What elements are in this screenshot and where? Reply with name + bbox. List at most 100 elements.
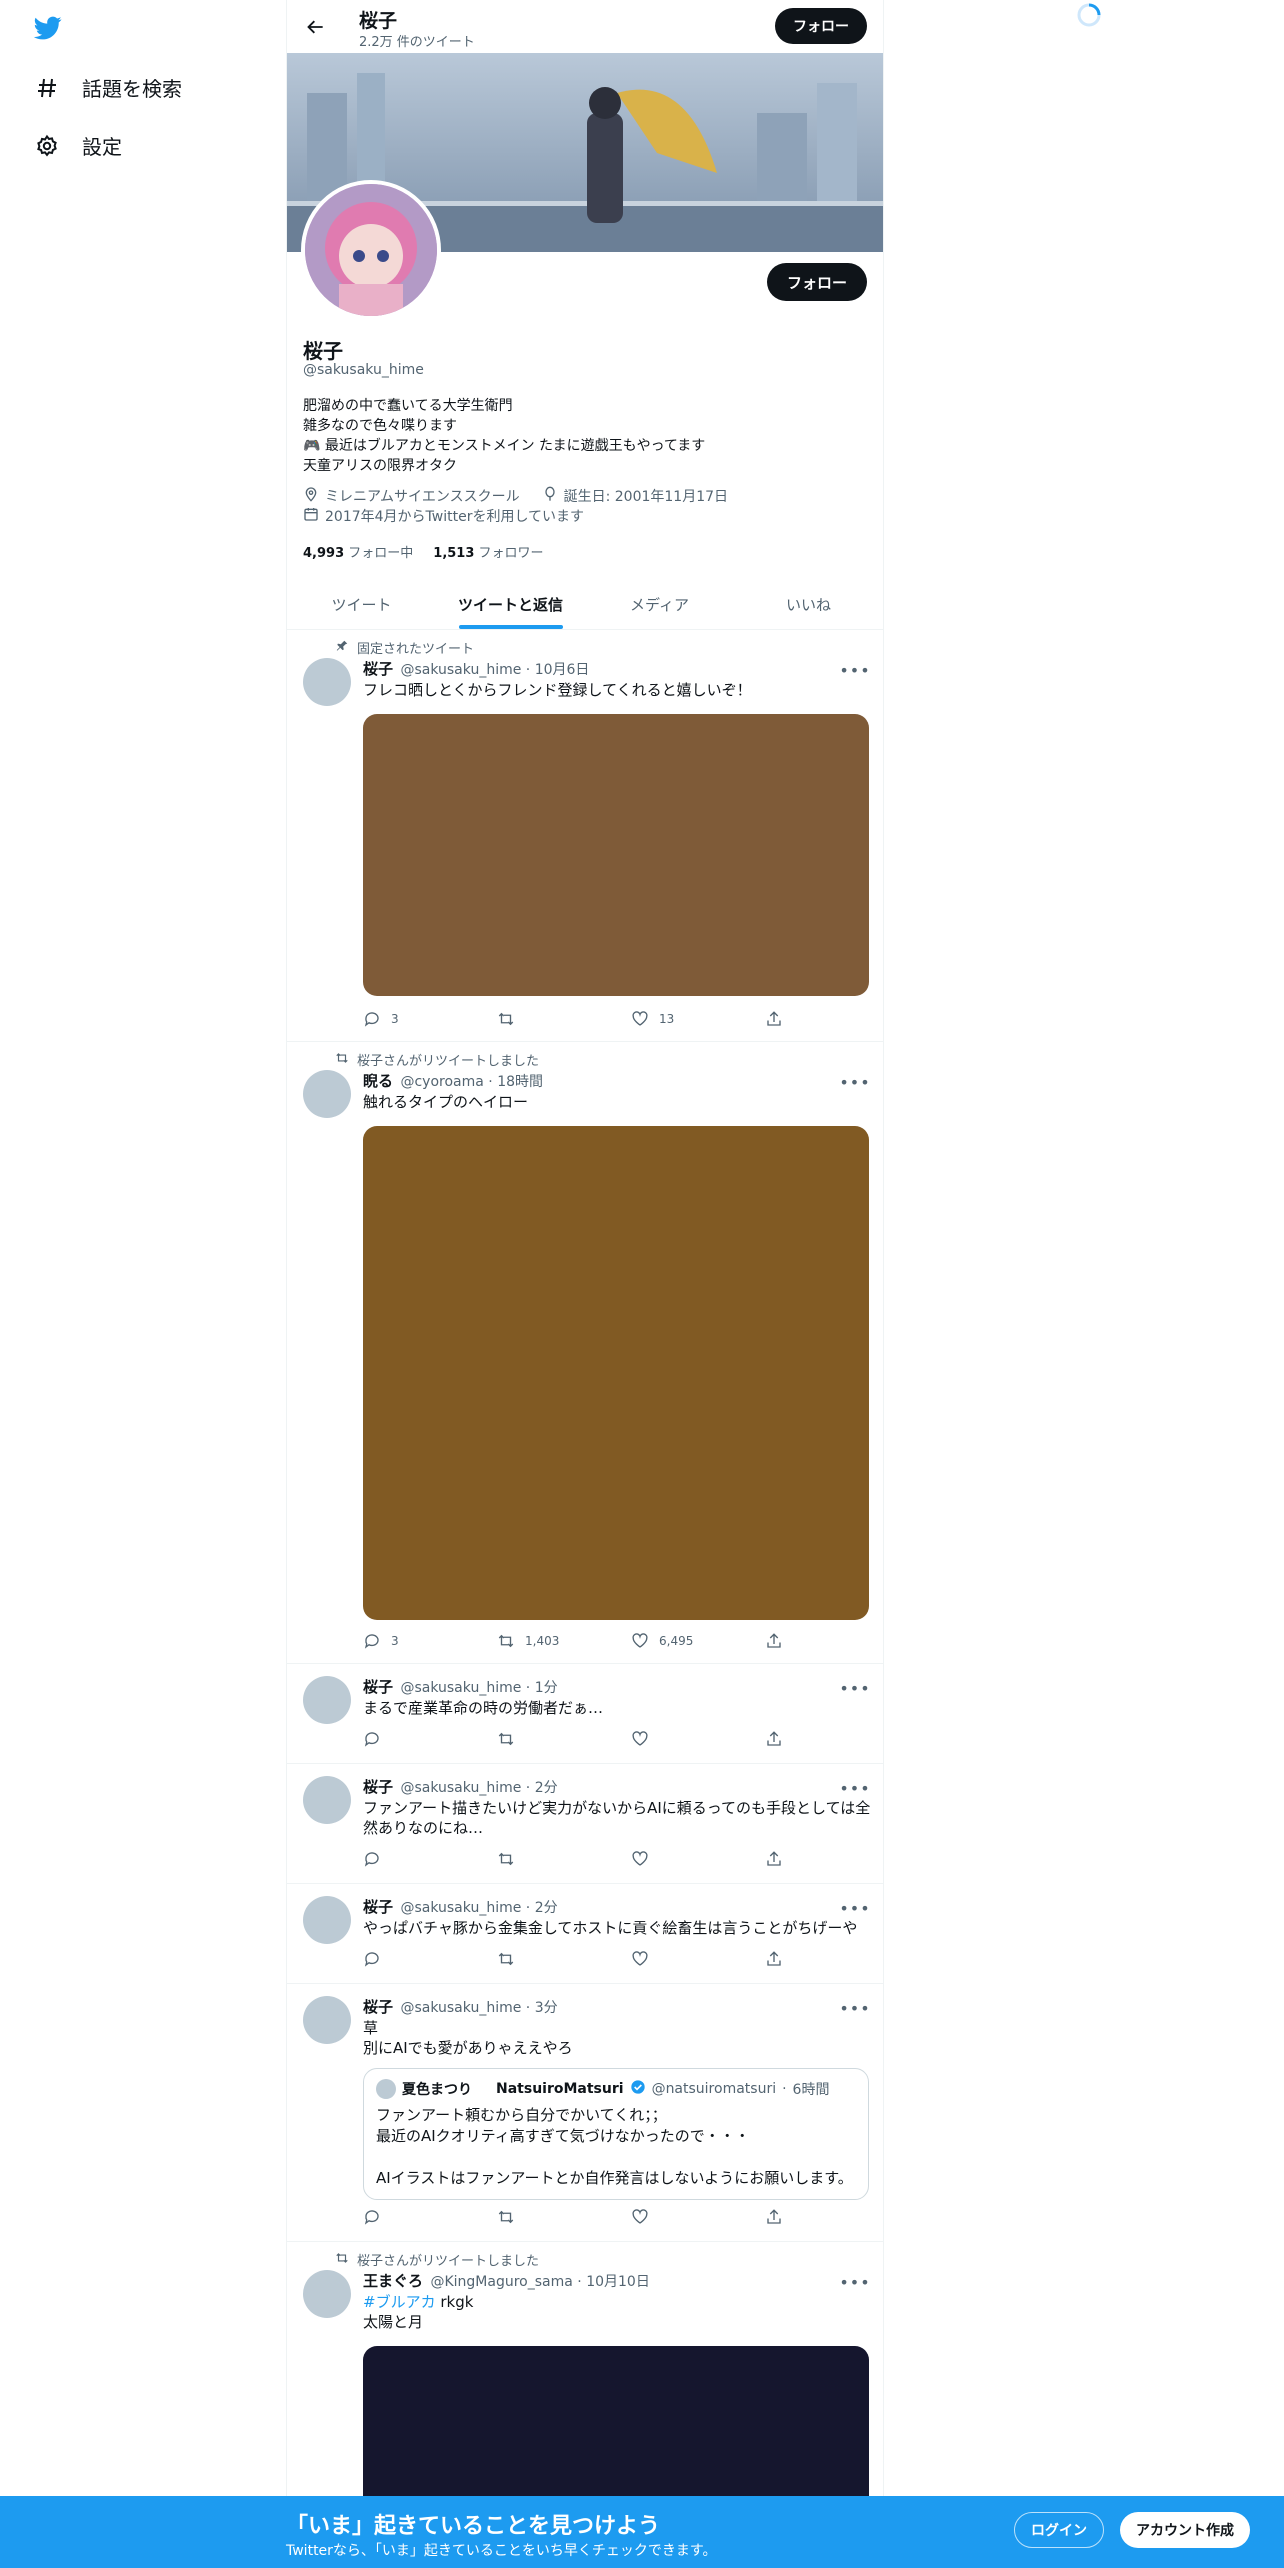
share-button[interactable] — [765, 1730, 783, 1748]
tweet-time[interactable]: 3分 — [535, 2000, 558, 2016]
login-button[interactable]: ログイン — [1014, 2512, 1104, 2548]
avatar[interactable] — [303, 2270, 351, 2318]
header-follow-button[interactable]: フォロー — [775, 8, 867, 44]
tweet-text-line: 草 — [363, 2019, 379, 2037]
gear-icon — [34, 133, 60, 159]
retweet-button[interactable]: 1,403 — [497, 1632, 631, 1650]
tweet-author-handle[interactable]: @sakusaku_hime — [400, 2000, 521, 2016]
more-options-icon[interactable]: ••• — [839, 1072, 869, 1092]
bio-line: 肥溜めの中で蠢いてる大学生衛門 — [303, 398, 513, 414]
tweet-author-name[interactable]: 睨る — [363, 1072, 393, 1090]
like-button[interactable]: 6,495 — [631, 1632, 765, 1650]
quoted-text-line: AIイラストはファンアートとか自作発言はしないようにお願いします。 — [376, 2169, 853, 2187]
tweet-time[interactable]: 2分 — [535, 1780, 558, 1796]
tab-likes[interactable]: いいね — [734, 580, 883, 629]
heart-icon — [632, 1951, 648, 1966]
retweet-button[interactable] — [497, 1010, 631, 1028]
tweet-author-name[interactable]: 桜子 — [363, 1678, 393, 1696]
tweet-media-image[interactable] — [363, 714, 869, 996]
tweet-time[interactable]: 2分 — [535, 1900, 558, 1916]
tweet-author-name[interactable]: 桜子 — [363, 1778, 393, 1796]
like-button[interactable] — [631, 1730, 765, 1748]
avatar[interactable] — [303, 1070, 351, 1118]
tweet[interactable]: 桜子さんがリツイートしました 睨る @cyoroama · 18時間 ••• 触… — [287, 1042, 883, 1664]
reply-button[interactable]: 3 — [363, 1010, 497, 1028]
tweet[interactable]: 桜子 @sakusaku_hime · 2分 ••• ファンアート描きたいけど実… — [287, 1764, 883, 1884]
more-options-icon[interactable]: ••• — [839, 1778, 869, 1798]
retweet-button[interactable] — [497, 1850, 631, 1868]
tweet-author-handle[interactable]: @sakusaku_hime — [400, 1780, 521, 1796]
nav-explore[interactable]: 話題を検索 — [34, 73, 182, 102]
tweet-author-name[interactable]: 桜子 — [363, 1998, 393, 2016]
tweet-author-handle[interactable]: @cyoroama — [400, 1074, 483, 1090]
reply-button[interactable] — [363, 2208, 497, 2226]
share-icon — [767, 2209, 781, 2224]
retweet-icon — [335, 1051, 349, 1069]
more-options-icon[interactable]: ••• — [839, 660, 869, 680]
tweet-author-name[interactable]: 桜子 — [363, 1898, 393, 1916]
like-count: 13 — [659, 1012, 675, 1026]
tab-tweets-and-replies[interactable]: ツイートと返信 — [436, 580, 585, 629]
tab-media[interactable]: メディア — [585, 580, 734, 629]
avatar[interactable] — [303, 1676, 351, 1724]
tweet-time[interactable]: 10月6日 — [535, 662, 590, 678]
tweet-media-image[interactable] — [363, 1126, 869, 1620]
share-button[interactable] — [765, 2208, 783, 2226]
nav-settings[interactable]: 設定 — [34, 131, 122, 160]
back-arrow-icon[interactable] — [301, 12, 331, 42]
avatar[interactable] — [303, 1776, 351, 1824]
quoted-tweet[interactable]: 夏色まつり NatsuiroMatsuri @natsuiromatsuri ·… — [363, 2068, 869, 2200]
profile-meta: ミレニアムサイエンススクール 誕生日: 2001年11月17日 — [303, 486, 728, 506]
quoted-avatar — [376, 2079, 396, 2099]
tweet-author-name[interactable]: 桜子 — [363, 660, 393, 678]
tweet[interactable]: 桜子 @sakusaku_hime · 1分 ••• まるで産業革命の時の労働者… — [287, 1664, 883, 1764]
more-options-icon[interactable]: ••• — [839, 1998, 869, 2018]
avatar[interactable] — [303, 1896, 351, 1944]
tweet-time[interactable]: 1分 — [535, 1680, 558, 1696]
reply-button[interactable] — [363, 1950, 497, 1968]
like-button[interactable] — [631, 2208, 765, 2226]
share-button[interactable] — [765, 1850, 783, 1868]
tweet-text: やっぱバチャ豚から金集金してホストに貢ぐ絵畜生は言うことがちげーや — [363, 1919, 858, 1937]
like-button[interactable] — [631, 1850, 765, 1868]
following-link[interactable]: 4,993 フォロー中 — [303, 542, 413, 561]
tweet-author-handle[interactable]: @KingMaguro_sama — [430, 2274, 572, 2290]
tweet-author-handle[interactable]: @sakusaku_hime — [400, 1900, 521, 1916]
follow-button[interactable]: フォロー — [766, 263, 867, 301]
tweet-author-handle[interactable]: @sakusaku_hime — [400, 1680, 521, 1696]
tweet-time[interactable]: 18時間 — [497, 1074, 543, 1090]
like-button[interactable] — [631, 1950, 765, 1968]
reply-button[interactable] — [363, 1730, 497, 1748]
signup-button[interactable]: アカウント作成 — [1120, 2512, 1250, 2548]
tweet[interactable]: 固定されたツイート 桜子 @sakusaku_hime · 10月6日 ••• … — [287, 630, 883, 1042]
tweet[interactable]: 桜子 @sakusaku_hime · 3分 ••• 草 別にAIでも愛がありゃ… — [287, 1984, 883, 2242]
avatar[interactable] — [303, 658, 351, 706]
tweet-author-name[interactable]: 王まぐろ — [363, 2272, 423, 2290]
tweet-author-handle[interactable]: @sakusaku_hime — [400, 662, 521, 678]
share-button[interactable] — [765, 1950, 783, 1968]
twitter-bird-icon[interactable] — [32, 14, 64, 42]
like-button[interactable]: 13 — [631, 1010, 765, 1028]
reply-button[interactable] — [363, 1850, 497, 1868]
followers-link[interactable]: 1,513 フォロワー — [433, 542, 543, 561]
more-options-icon[interactable]: ••• — [839, 1678, 869, 1698]
retweet-icon — [498, 1952, 514, 1966]
tweet-time[interactable]: 10月10日 — [586, 2274, 650, 2290]
more-options-icon[interactable]: ••• — [839, 2272, 869, 2292]
retweet-button[interactable] — [497, 1730, 631, 1748]
hashtag-link[interactable]: #ブルアカ — [363, 2293, 436, 2311]
retweet-button[interactable] — [497, 1950, 631, 1968]
more-options-icon[interactable]: ••• — [839, 1898, 869, 1918]
tweet[interactable]: 桜子 @sakusaku_hime · 2分 ••• やっぱバチャ豚から金集金し… — [287, 1884, 883, 1984]
signup-banner: 「いま」起きていることを見つけよう Twitterなら、「いま」起きていることを… — [0, 2496, 1284, 2568]
profile-avatar[interactable] — [301, 180, 441, 320]
reply-button[interactable]: 3 — [363, 1632, 497, 1650]
tweet-context-label: 固定されたツイート — [357, 642, 475, 657]
tab-tweets[interactable]: ツイート — [287, 580, 436, 629]
avatar[interactable] — [303, 1996, 351, 2044]
retweet-button[interactable] — [497, 2208, 631, 2226]
profile-name: 桜子 — [303, 339, 343, 363]
share-button[interactable] — [765, 1632, 783, 1650]
share-button[interactable] — [765, 1010, 783, 1028]
profile-stats: 4,993 フォロー中 1,513 フォロワー — [303, 542, 544, 561]
